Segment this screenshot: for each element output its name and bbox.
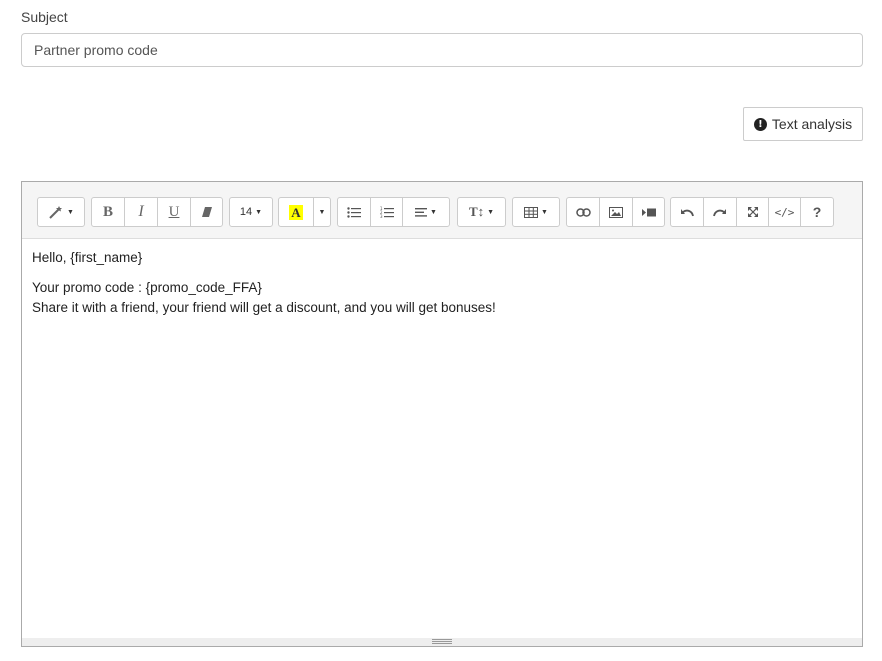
editor-resize-bar[interactable] [22, 638, 862, 646]
text-height-icon: T↕ [468, 204, 485, 219]
question-icon: ? [812, 204, 822, 220]
picture-button[interactable] [599, 197, 633, 227]
unordered-list-button[interactable] [337, 197, 371, 227]
clear-format-button[interactable] [190, 197, 223, 227]
content-line: Hello, {first_name} [32, 250, 143, 265]
align-left-icon [415, 207, 428, 217]
bold-icon: B [102, 203, 113, 220]
paragraph-group: 123 ▼ [337, 197, 450, 227]
resize-grip-icon [432, 639, 452, 645]
text-color-button[interactable]: A [278, 197, 314, 227]
underline-icon: U [168, 203, 180, 220]
font-style-group: B I U [91, 197, 223, 227]
table-group: ▼ [512, 197, 560, 227]
chevron-down-icon: ▼ [541, 208, 548, 216]
magic-wand-icon [48, 205, 64, 219]
font-size-value: 14 [239, 206, 253, 218]
eraser-icon [201, 206, 213, 218]
content-line: Your promo code : {promo_code_FFA} [32, 280, 262, 295]
content-line [32, 268, 852, 278]
highlight-color-icon: A [289, 204, 303, 220]
editor-content[interactable]: Hello, {first_name} Your promo code : {p… [32, 248, 852, 318]
chevron-down-icon: ▼ [430, 208, 437, 216]
expand-icon [747, 206, 759, 218]
italic-button[interactable]: I [124, 197, 158, 227]
image-icon [609, 206, 623, 218]
bold-button[interactable]: B [91, 197, 125, 227]
code-view-button[interactable]: </> [768, 197, 801, 227]
content-line: Share it with a friend, your friend will… [32, 300, 496, 315]
bullet-list-icon [347, 206, 361, 218]
line-height-dropdown[interactable]: T↕ ▼ [457, 197, 506, 227]
undo-icon [680, 208, 694, 217]
svg-text:3: 3 [380, 214, 383, 218]
info-icon: ! [753, 117, 767, 131]
fullscreen-button[interactable] [736, 197, 769, 227]
style-dropdown-button[interactable]: ▼ [37, 197, 85, 227]
font-size-dropdown[interactable]: 14 ▼ [229, 197, 273, 227]
undo-button[interactable] [670, 197, 704, 227]
link-button[interactable] [566, 197, 600, 227]
text-analysis-button[interactable]: ! Text analysis [743, 107, 863, 141]
font-size-group: 14 ▼ [229, 197, 273, 227]
text-analysis-label: Text analysis [771, 116, 853, 132]
help-button[interactable]: ? [800, 197, 834, 227]
code-icon: </> [774, 205, 795, 219]
style-group: ▼ [37, 197, 85, 227]
subject-label: Subject [21, 9, 68, 25]
video-button[interactable] [632, 197, 665, 227]
redo-button[interactable] [703, 197, 737, 227]
height-group: T↕ ▼ [457, 197, 506, 227]
underline-button[interactable]: U [157, 197, 191, 227]
italic-icon: I [138, 203, 144, 220]
table-icon [524, 206, 539, 218]
chevron-down-icon: ▼ [67, 208, 74, 216]
align-dropdown-button[interactable]: ▼ [402, 197, 450, 227]
redo-icon [713, 208, 727, 217]
chevron-down-icon: ▼ [487, 208, 495, 216]
chevron-down-icon: ▼ [318, 208, 326, 216]
numbered-list-icon: 123 [380, 206, 394, 218]
table-dropdown[interactable]: ▼ [512, 197, 560, 227]
misc-group: </> ? [670, 197, 834, 227]
color-group: A ▼ [278, 197, 331, 227]
editor-toolbar: ▼ B I U 14 ▼ A ▼ 1 2 3 ▼ T↕ ▼ ▼ </> ? [22, 182, 862, 239]
insert-group [566, 197, 665, 227]
chevron-down-icon: ▼ [255, 208, 263, 216]
color-dropdown-button[interactable]: ▼ [313, 197, 331, 227]
rich-text-editor: ▼ B I U 14 ▼ A ▼ 1 2 3 ▼ T↕ ▼ ▼ </> ? He… [21, 181, 863, 647]
ordered-list-button[interactable]: 123 [370, 197, 403, 227]
subject-input[interactable] [21, 33, 863, 67]
video-icon [641, 208, 656, 217]
link-icon [575, 207, 591, 217]
